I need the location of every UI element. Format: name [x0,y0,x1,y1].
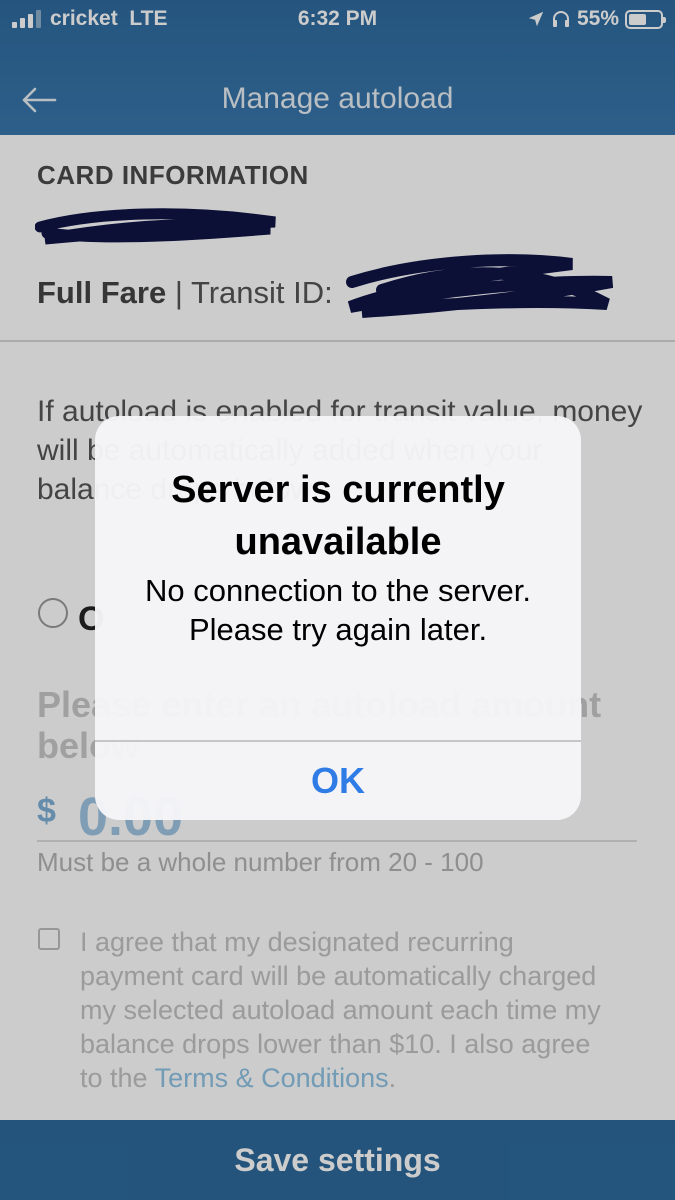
server-unavailable-alert: Server is currently unavailable No conne… [95,416,581,820]
alert-title: Server is currently unavailable [171,469,505,564]
alert-ok-button[interactable]: OK [95,741,581,820]
alert-ok-label: OK [311,759,365,801]
alert-message: No connection to the server. Please try … [144,573,531,648]
